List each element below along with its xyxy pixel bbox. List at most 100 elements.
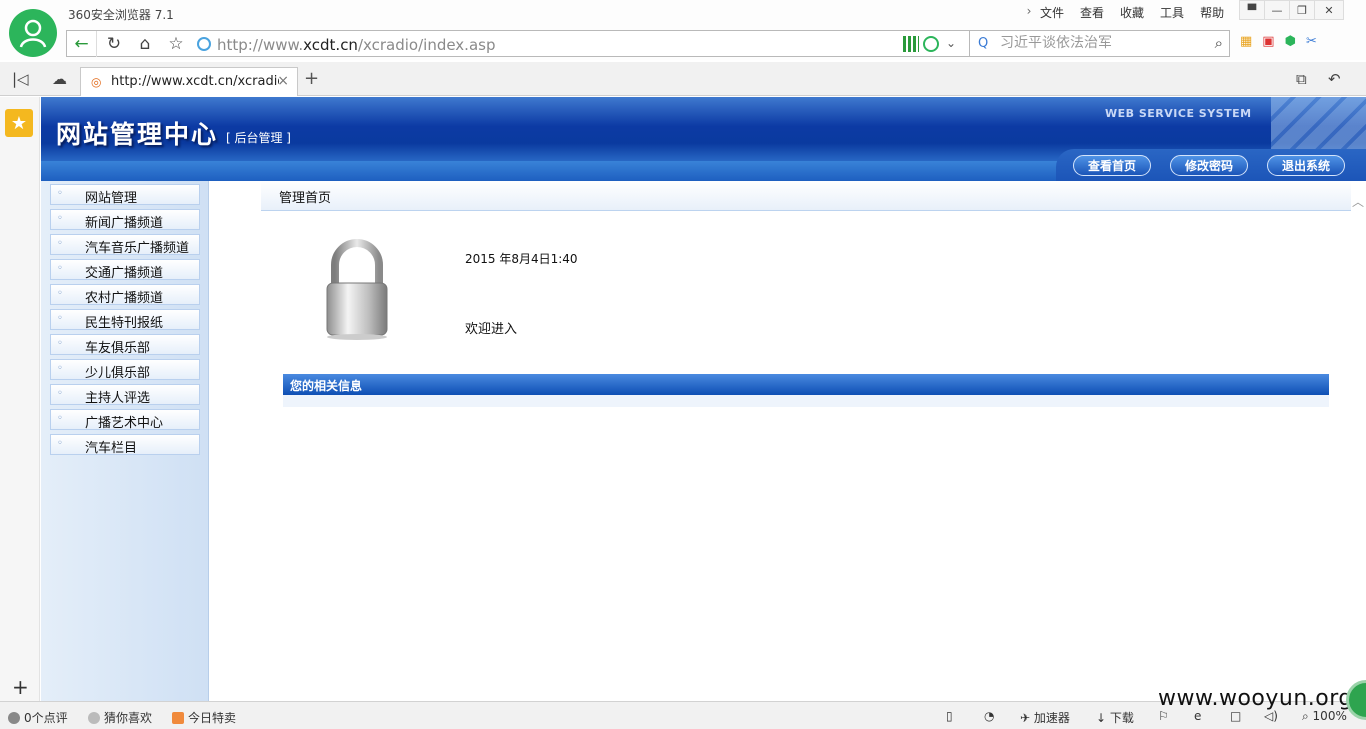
window-controls: ▀ — ❐ ✕ bbox=[1239, 0, 1344, 20]
window-icon[interactable]: □ bbox=[1230, 709, 1241, 723]
url-prefix: http://www. bbox=[217, 36, 304, 54]
info-section-body bbox=[283, 395, 1329, 407]
sidebar-add-icon[interactable]: + bbox=[12, 675, 29, 699]
speed-icon[interactable]: ◔ bbox=[984, 709, 994, 723]
breadcrumb-bar: 管理首页 bbox=[261, 181, 1351, 211]
mobile-icon[interactable]: ▯ bbox=[946, 709, 953, 723]
bullet-icon: ◦ bbox=[57, 213, 63, 224]
zoom-label: 100% bbox=[1312, 709, 1347, 723]
zoom-control[interactable]: ⌕ 100% bbox=[1302, 709, 1347, 724]
nav-item-host-selection[interactable]: ◦ 主持人评选 bbox=[50, 384, 200, 406]
nav-item-rural-channel[interactable]: ◦ 农村广播频道 bbox=[50, 284, 200, 306]
brand-line: WEB SERVICE SYSTEM bbox=[1105, 107, 1252, 120]
qrcode-icon[interactable] bbox=[903, 36, 919, 52]
zoom-icon: ⌕ bbox=[1302, 709, 1313, 723]
address-url[interactable]: http://www.xcdt.cn/xcradio/index.asp bbox=[217, 36, 495, 54]
login-datetime: 2015 年8月4日1:40 bbox=[465, 252, 578, 266]
ie-mode-icon[interactable] bbox=[923, 36, 939, 52]
flag-icon[interactable]: ⚐ bbox=[1158, 709, 1169, 723]
nav-item-news-channel[interactable]: ◦ 新闻广播频道 bbox=[50, 209, 200, 231]
nav-item-label: 少儿俱乐部 bbox=[85, 366, 151, 381]
back-button[interactable]: ← bbox=[67, 31, 97, 57]
sound-icon[interactable]: ◁) bbox=[1264, 709, 1278, 723]
search-icon[interactable]: ⌕ bbox=[1215, 34, 1223, 52]
logout-button[interactable]: 退出系统 bbox=[1267, 155, 1345, 176]
watermark: www.wooyun.org bbox=[1158, 686, 1353, 711]
search-engine-icon[interactable]: Q bbox=[978, 36, 988, 51]
screenshot-icon[interactable]: ✂ bbox=[1306, 34, 1317, 49]
page-favicon: ◎ bbox=[91, 75, 102, 89]
site-security-icon bbox=[197, 37, 211, 51]
menu-view[interactable]: 查看 bbox=[1080, 4, 1104, 21]
tab-list-icon[interactable]: ⧉ bbox=[1296, 70, 1307, 88]
nav-item-broadcast-arts[interactable]: ◦ 广播艺术中心 bbox=[50, 409, 200, 431]
refresh-button[interactable]: ↻ bbox=[99, 31, 129, 57]
nav-item-label: 广播艺术中心 bbox=[85, 416, 164, 431]
ie-icon[interactable]: e bbox=[1194, 709, 1201, 723]
nav-item-traffic-channel[interactable]: ◦ 交通广播频道 bbox=[50, 259, 200, 281]
tab-close-icon[interactable]: × bbox=[277, 73, 289, 89]
menu-expand-icon[interactable]: › bbox=[1018, 4, 1040, 21]
new-tab-button[interactable]: + bbox=[304, 68, 319, 89]
nav-item-label: 车友俱乐部 bbox=[85, 341, 151, 356]
view-homepage-button[interactable]: 查看首页 bbox=[1073, 155, 1151, 176]
download-button[interactable]: ↓ 下载 bbox=[1096, 709, 1134, 726]
nav-item-car-music-channel[interactable]: ◦ 汽车音乐广播频道 bbox=[50, 234, 200, 256]
comments-label: 0个点评 bbox=[24, 711, 68, 725]
nav-item-label: 新闻广播频道 bbox=[85, 216, 164, 231]
nav-item-label: 交通广播频道 bbox=[85, 266, 164, 281]
daily-deals[interactable]: 今日特卖 bbox=[172, 709, 236, 726]
nav-item-livelihood-paper[interactable]: ◦ 民生特刊报纸 bbox=[50, 309, 200, 331]
nav-item-car-column[interactable]: ◦ 汽车栏目 bbox=[50, 434, 200, 456]
maximize-button[interactable]: ❐ bbox=[1289, 0, 1315, 20]
bullet-icon: ◦ bbox=[57, 188, 63, 199]
accelerator-button[interactable]: ✈ 加速器 bbox=[1020, 709, 1070, 726]
nav-item-car-club[interactable]: ◦ 车友俱乐部 bbox=[50, 334, 200, 356]
address-bar[interactable]: ← ↻ ⌂ ☆ http://www.xcdt.cn/xcradio/index… bbox=[66, 30, 970, 57]
menu-favorites[interactable]: 收藏 bbox=[1120, 4, 1144, 21]
favorites-star-icon[interactable]: ★ bbox=[5, 109, 33, 137]
info-section-header: 您的相关信息 bbox=[283, 374, 1329, 395]
skin-icon[interactable]: ▀ bbox=[1239, 0, 1265, 20]
comments-status[interactable]: 0个点评 bbox=[8, 709, 68, 726]
search-box: Q ⌕ bbox=[970, 30, 1230, 57]
menu-help[interactable]: 帮助 bbox=[1200, 4, 1224, 21]
address-dropdown-icon[interactable]: ⌄ bbox=[943, 36, 959, 52]
undo-close-icon[interactable]: ↶ bbox=[1328, 70, 1341, 88]
search-input[interactable] bbox=[1000, 35, 1195, 51]
guess-you-like[interactable]: 猜你喜欢 bbox=[88, 709, 152, 726]
menu-tools[interactable]: 工具 bbox=[1160, 4, 1184, 21]
menu-file[interactable]: 文件 bbox=[1040, 4, 1064, 21]
app-grid-icon[interactable]: ▦ bbox=[1240, 34, 1252, 49]
scroll-up-icon[interactable]: ︿ bbox=[1352, 193, 1366, 210]
bullet-icon: ◦ bbox=[57, 313, 63, 324]
nav-item-label: 主持人评选 bbox=[85, 391, 151, 406]
comment-icon bbox=[8, 712, 20, 724]
calendar-icon[interactable]: ▣ bbox=[1262, 34, 1274, 49]
close-window-button[interactable]: ✕ bbox=[1314, 0, 1344, 20]
bullet-icon: ◦ bbox=[57, 338, 63, 349]
welcome-text: 欢迎进入 bbox=[465, 322, 518, 337]
bullet-icon: ◦ bbox=[57, 363, 63, 374]
bullet-icon: ◦ bbox=[57, 438, 63, 449]
accelerator-label: 加速器 bbox=[1033, 711, 1070, 725]
change-password-button[interactable]: 修改密码 bbox=[1170, 155, 1248, 176]
nav-item-label: 网站管理 bbox=[85, 191, 138, 206]
url-path: /xcradio/index.asp bbox=[357, 36, 496, 54]
cloud-icon[interactable]: ☁ bbox=[52, 70, 67, 88]
sidebar-toggle-icon[interactable]: |◁ bbox=[12, 70, 29, 88]
browser-tab[interactable]: ◎ http://www.xcdt.cn/xcradio/index.asp × bbox=[80, 67, 298, 96]
nav-item-label: 民生特刊报纸 bbox=[85, 316, 164, 331]
bullet-icon: ◦ bbox=[57, 413, 63, 424]
minimize-button[interactable]: — bbox=[1264, 0, 1290, 20]
nav-item-kids-club[interactable]: ◦ 少儿俱乐部 bbox=[50, 359, 200, 381]
main-content: 管理首页 2015 年8月4日1:40 欢迎进入 您的相关信息 bbox=[261, 181, 1351, 701]
favorite-star-button[interactable]: ☆ bbox=[161, 31, 191, 57]
home-button[interactable]: ⌂ bbox=[130, 31, 160, 57]
web-page: 网站管理中心 [ 后台管理 ] WEB SERVICE SYSTEM 查看首页 … bbox=[41, 97, 1366, 701]
nav-item-site-management[interactable]: ◦ 网站管理 bbox=[50, 184, 200, 206]
user-avatar[interactable] bbox=[9, 9, 57, 57]
extension-icon[interactable]: ⬢ bbox=[1285, 34, 1296, 49]
site-title: 网站管理中心 bbox=[56, 120, 219, 149]
bullet-icon: ◦ bbox=[57, 263, 63, 274]
